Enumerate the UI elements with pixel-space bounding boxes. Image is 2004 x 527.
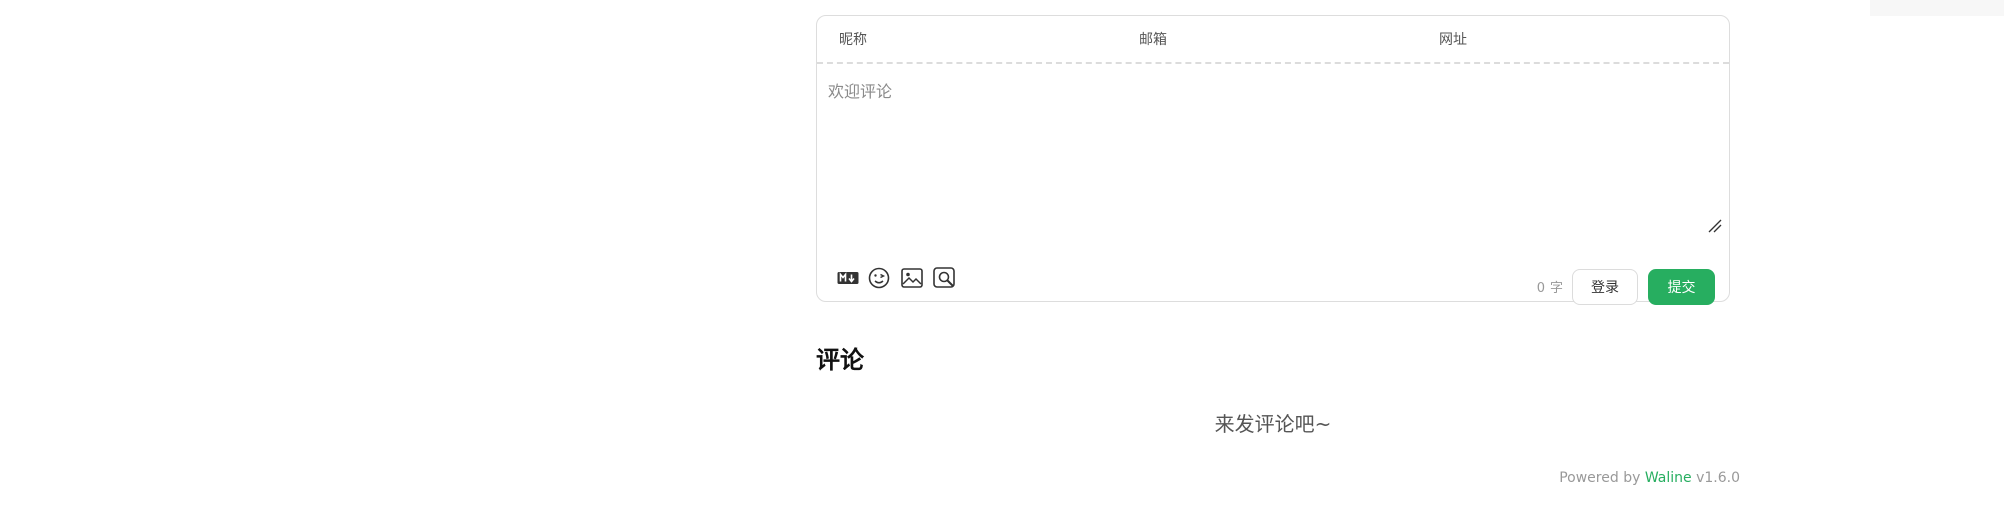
link-field: 网址 [1417, 16, 1729, 62]
empty-comments-message: 来发评论吧~ [1214, 412, 1332, 436]
mail-field: 邮箱 [1117, 16, 1417, 62]
comments-title: 评论 [816, 346, 864, 374]
link-input[interactable] [1475, 23, 1729, 55]
link-label: 网址 [1439, 32, 1467, 48]
resize-handle-icon[interactable] [1707, 218, 1722, 233]
version-text: v1.6.0 [1696, 470, 1740, 486]
nick-input[interactable] [875, 23, 1117, 55]
editor [817, 64, 1729, 239]
preview-icon[interactable] [933, 266, 957, 290]
nick-label: 昵称 [839, 32, 867, 48]
emoji-icon[interactable] [867, 266, 891, 290]
powered-prefix: Powered by [1559, 470, 1641, 486]
user-info-row: 昵称 邮箱 网址 [817, 16, 1729, 64]
nick-field: 昵称 [817, 16, 1117, 62]
corner-panel [1870, 0, 2004, 16]
login-button[interactable]: 登录 [1572, 269, 1638, 305]
word-count: 0字 [1537, 277, 1563, 296]
mail-input[interactable] [1175, 23, 1417, 55]
markdown-icon[interactable] [836, 266, 860, 290]
submit-button[interactable]: 提交 [1648, 269, 1715, 305]
page: 昵称 邮箱 网址 欢迎评论 0 字 登录 提交 评论 来发评论吧~ Powere… [0, 0, 2004, 527]
word-count-unit: 字 [1549, 281, 1563, 296]
word-count-number: 0 [1536, 281, 1545, 296]
waline-link[interactable]: Waline [1645, 470, 1692, 486]
image-icon[interactable] [900, 266, 924, 290]
comment-textarea[interactable] [817, 64, 1729, 239]
powered-by: Powered by Waline v1.6.0 [1559, 470, 1740, 486]
mail-label: 邮箱 [1139, 32, 1167, 48]
action-row: 0字 登录 提交 [817, 251, 1729, 305]
comment-form: 昵称 邮箱 网址 欢迎评论 0 字 登录 提交 [816, 15, 1730, 305]
